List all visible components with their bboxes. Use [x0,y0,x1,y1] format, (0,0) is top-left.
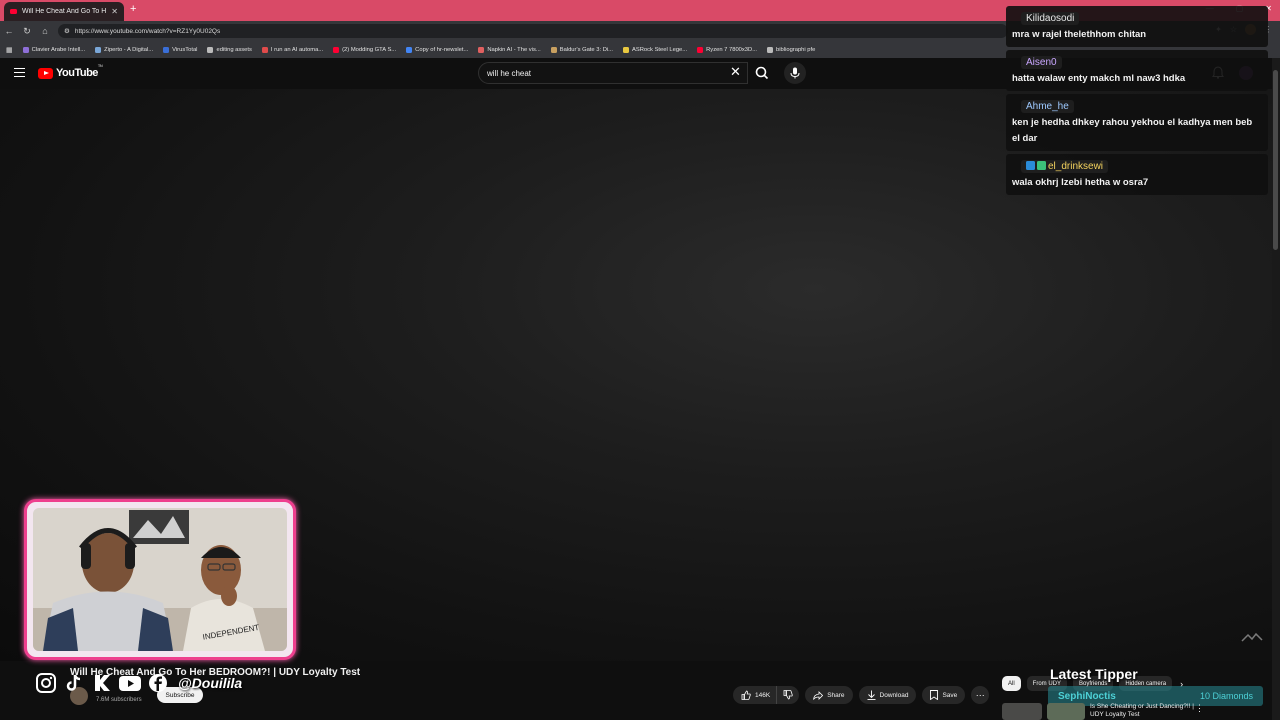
thumbs-up-icon [741,690,751,700]
bookmark-favicon-icon [623,46,630,53]
bookmark-favicon-icon [550,46,557,53]
chat-username: Ahme_he [1021,100,1074,113]
back-icon[interactable]: ← [0,26,18,36]
bookmark-item[interactable]: ASRock Steel Lege... [623,46,687,53]
bookmark-item[interactable]: Ryzen 7 7800x3D... [697,46,757,53]
chat-username: Aisen0 [1021,56,1062,69]
subscriber-badge-icon [1026,161,1035,170]
screen: { "browser": { "tab_title": "Will He Che… [0,0,1280,720]
hamburger-menu-icon[interactable] [14,68,25,77]
youtube-logo[interactable]: YouTubeTN [38,63,103,79]
chat-message: el_drinksewi wala okhrj lzebi hetha w os… [1006,154,1268,195]
gift-badge-icon [1037,161,1046,170]
suggested-video-thumbnail[interactable] [1047,703,1085,720]
chat-text: hatta walaw enty makch ml naw3 hdka [1012,73,1186,84]
bookmark-favicon-icon [697,46,704,53]
youtube-favicon-icon [10,9,17,14]
stream-watermark-icon [1240,632,1264,644]
bookmark-item[interactable]: Clavier Arabe Intell... [22,46,85,53]
bookmark-item[interactable]: bibliographi pfe [767,46,815,53]
webcam-overlay: INDEPENDENT [24,499,296,660]
address-bar[interactable]: ⚙ https://www.youtube.com/watch?v=RZ1Yy0… [58,24,1008,38]
like-button[interactable]: 146K [733,686,777,704]
streamer-handle: @Douilila [178,675,243,691]
chat-text: ken je hedha dhkey rahou yekhou el kadhy… [1012,117,1253,144]
clear-search-icon[interactable]: ✕ [730,64,741,80]
bookmark-item[interactable]: editing assets [207,46,252,53]
new-tab-icon[interactable]: + [130,3,136,15]
browser-tab[interactable]: Will He Cheat And Go To Her BEDR ✕ [4,2,124,21]
tipper-name: SephiNoctis [1058,690,1116,702]
home-icon[interactable]: ⌂ [36,26,54,36]
subscriber-count: 7.6M subscribers [96,697,142,703]
instagram-icon [34,671,58,695]
search-input[interactable]: will he cheat [478,62,748,84]
scrollbar-thumb[interactable] [1273,70,1278,250]
share-icon [813,690,824,700]
thumbs-down-icon [783,690,793,700]
bookmark-item[interactable]: Copy of hr-newslet... [406,46,468,53]
tipper-amount: 10 Diamonds [1199,691,1253,701]
download-button[interactable]: Download [858,686,917,704]
bookmark-favicon-icon [95,46,102,53]
chat-message: Aisen0 hatta walaw enty makch ml naw3 hd… [1006,50,1268,91]
url-text: https://www.youtube.com/watch?v=RZ1Yy0U0… [74,27,221,35]
latest-tipper-label: Latest Tipper [1050,666,1138,682]
bookmark-item[interactable]: Napkin AI - The vis... [478,46,541,53]
bookmark-item[interactable]: Baldur's Gate 3: Di... [550,46,613,53]
microphone-icon [790,67,800,79]
site-info-icon[interactable]: ⚙ [64,27,70,35]
bookmark-item[interactable]: (2) Modding GTA S... [333,46,396,53]
social-overlay: @Douilila [34,671,242,695]
save-button[interactable]: Save [922,686,966,704]
search-button[interactable] [749,62,775,84]
chat-message: Kilidaosodi mra w rajel thelethhom chita… [1006,6,1268,47]
webcam-feed: INDEPENDENT [33,508,287,651]
chat-text: wala okhrj lzebi hetha w osra7 [1012,177,1149,188]
close-tab-icon[interactable]: ✕ [111,7,118,16]
bookmark-favicon-icon [261,46,268,53]
folder-icon [207,46,214,53]
bookmark-favicon-icon [406,46,413,53]
bookmark-favicon-icon [163,46,170,53]
bookmark-item[interactable]: I run an AI automa... [261,46,323,53]
chat-username: Kilidaosodi [1021,12,1080,25]
voice-search-button[interactable] [784,62,806,84]
download-icon [867,690,876,700]
suggested-video-thumbnail[interactable] [1002,703,1042,720]
bookmark-favicon-icon [478,46,485,53]
chat-username: el_drinksewi [1021,160,1109,173]
apps-icon[interactable]: ▦ [6,46,13,54]
facebook-icon [146,671,170,695]
share-button[interactable]: Share [805,686,853,704]
bookmark-item[interactable]: VirusTotal [163,46,197,53]
chip-all[interactable]: All [1002,676,1021,691]
tab-title: Will He Cheat And Go To Her BEDR [22,8,107,15]
like-count: 146K [755,691,771,699]
folder-icon [767,46,774,53]
suggested-video-title[interactable]: Is She Cheating or Just Dancing?!! | UDY… [1090,703,1200,719]
chat-text: mra w rajel thelethhom chitan [1012,29,1147,40]
video-actions: 146K Share Download Save ⋯ [733,686,990,704]
youtube-social-icon [118,671,142,695]
search-icon [755,66,769,80]
reload-icon[interactable]: ↻ [18,26,36,37]
suggestion-menu-icon[interactable]: ⋮ [1195,703,1204,714]
chat-message: Ahme_he ken je hedha dhkey rahou yekhou … [1006,94,1268,151]
bookmark-item[interactable]: Ziperto - A Digital... [95,46,153,53]
bookmark-icon [930,690,939,700]
bookmark-favicon-icon [22,46,29,53]
youtube-wordmark: YouTubeTN [56,63,103,79]
dislike-button[interactable] [776,686,800,704]
chat-overlay: Kilidaosodi mra w rajel thelethhom chita… [1006,6,1268,198]
youtube-play-icon [38,67,53,79]
more-actions-icon[interactable]: ⋯ [971,686,990,704]
kick-icon [90,671,114,695]
tiktok-icon [62,671,86,695]
bookmark-favicon-icon [333,46,340,53]
